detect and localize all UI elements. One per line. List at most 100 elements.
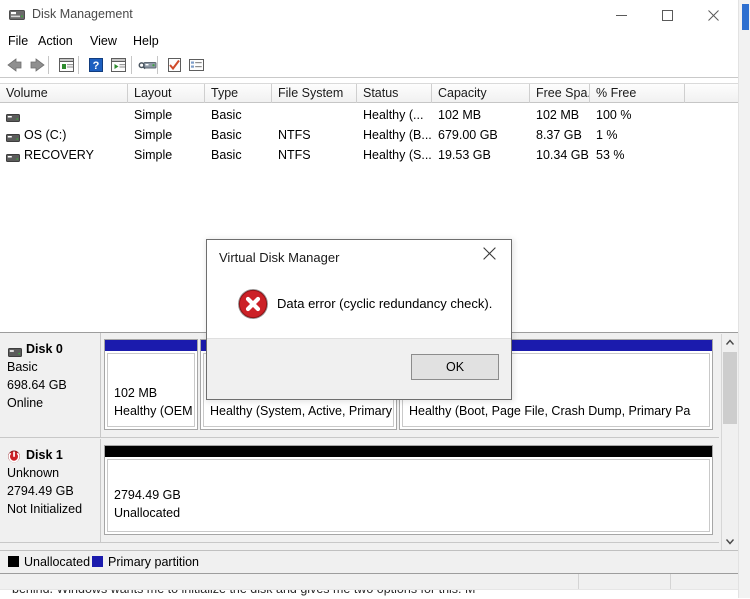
partition-color-bar: [105, 446, 712, 457]
disk-status: Online: [7, 396, 44, 410]
cell-file-system: NTFS: [278, 148, 311, 162]
disk-info-1[interactable]: Disk 1 Unknown 2794.49 GB Not Initialize…: [0, 439, 101, 542]
partition-status: Healthy (OEM: [114, 404, 193, 418]
back-icon[interactable]: [4, 55, 26, 75]
menu-action[interactable]: Action: [34, 33, 77, 50]
volume-list-header: Volume Layout Type File System Status Ca…: [0, 83, 738, 103]
disk-info-0[interactable]: Disk 0 Basic 698.64 GB Online: [0, 333, 101, 437]
title-bar: Disk Management: [0, 0, 738, 30]
cell-status: Healthy (B...: [363, 128, 432, 142]
column-header-type[interactable]: Type: [205, 84, 272, 103]
rescan-disks-icon[interactable]: [137, 55, 159, 75]
virtual-disk-manager-dialog: Virtual Disk Manager Data error (cyclic …: [206, 239, 512, 400]
disk-pane-scrollbar[interactable]: [721, 334, 738, 550]
cell-status: Healthy (S...: [363, 148, 432, 162]
disk-row-1[interactable]: Disk 1 Unknown 2794.49 GB Not Initialize…: [0, 439, 719, 543]
dialog-title: Virtual Disk Manager: [219, 250, 340, 265]
legend-unallocated: Unallocated: [8, 554, 90, 570]
background-window-strip: [738, 0, 750, 598]
cell-file-system: [272, 105, 357, 125]
volume-name: OS (C:): [24, 128, 67, 142]
cell-layout: Simple: [134, 148, 173, 162]
dialog-close-icon[interactable]: [468, 241, 510, 269]
background-window-line: behind. Windows wants me to initialize t…: [12, 589, 476, 596]
disk-management-icon: [9, 8, 25, 22]
cell-capacity: 19.53 GB: [438, 148, 491, 162]
column-header-free-space[interactable]: Free Spa...: [530, 84, 590, 103]
disk-size: 2794.49 GB: [7, 484, 74, 498]
partition-body: 2794.49 GB Unallocated: [107, 459, 710, 532]
scroll-down-icon[interactable]: [722, 533, 738, 550]
disk-name: Disk 0: [26, 342, 63, 356]
dialog-body: Data error (cyclic redundancy check).: [207, 272, 511, 341]
cell-status: Healthy (...: [363, 108, 424, 122]
column-header-file-system[interactable]: File System: [272, 84, 357, 103]
disk-name: Disk 1: [26, 448, 63, 462]
disk-type: Basic: [7, 360, 38, 374]
table-row[interactable]: Simple Basic Healthy (... 102 MB 102 MB …: [0, 105, 738, 125]
cell-layout: Simple: [134, 128, 173, 142]
check-disk-icon[interactable]: [163, 55, 185, 75]
menu-bar: File Action View Help: [0, 30, 738, 52]
menu-file[interactable]: File: [4, 33, 32, 50]
disk-type: Unknown: [7, 466, 60, 480]
toolbar-separator: [131, 56, 132, 74]
volume-name: RECOVERY: [24, 148, 94, 162]
cell-free-space: 8.37 GB: [536, 128, 582, 142]
cell-type: Basic: [211, 148, 242, 162]
column-header-capacity[interactable]: Capacity: [432, 84, 530, 103]
disk-status: Not Initialized: [7, 502, 83, 516]
partition-status: Healthy (System, Active, Primary Pa: [210, 404, 394, 418]
legend-primary-partition: Primary partition: [92, 554, 199, 570]
forward-icon[interactable]: [26, 55, 48, 75]
legend: Unallocated Primary partition: [0, 550, 738, 574]
volume-drive-icon: [6, 151, 20, 162]
scroll-thumb[interactable]: [723, 352, 737, 424]
detail-view-icon[interactable]: [185, 55, 207, 75]
disk-management-window: Disk Management File Action View Help ? …: [0, 0, 738, 599]
help-icon[interactable]: ?: [85, 55, 107, 75]
partition-oem[interactable]: 102 MB Healthy (OEM: [104, 339, 198, 430]
legend-swatch-unallocated: [8, 556, 19, 567]
volume-drive-icon: [6, 111, 20, 122]
column-header-status[interactable]: Status: [357, 84, 432, 103]
cell-file-system: NTFS: [278, 128, 311, 142]
table-row[interactable]: RECOVERY Simple Basic NTFS Healthy (S...…: [0, 145, 738, 165]
partition-status: Unallocated: [114, 506, 181, 520]
show-hide-tree-icon[interactable]: [55, 55, 77, 75]
partition-unallocated[interactable]: 2794.49 GB Unallocated: [104, 445, 713, 535]
disk-size: 698.64 GB: [7, 378, 67, 392]
dialog-message: Data error (cyclic redundancy check).: [277, 296, 493, 311]
scroll-up-icon[interactable]: [722, 334, 738, 351]
cell-percent-free: 53 %: [596, 148, 625, 162]
close-button[interactable]: [690, 0, 736, 30]
minimize-button[interactable]: [598, 0, 644, 30]
table-row[interactable]: OS (C:) Simple Basic NTFS Healthy (B... …: [0, 125, 738, 145]
legend-label: Primary partition: [108, 555, 199, 569]
cell-type: Basic: [211, 108, 242, 122]
column-header-volume[interactable]: Volume: [0, 84, 128, 103]
legend-label: Unallocated: [24, 555, 91, 569]
legend-swatch-primary: [92, 556, 103, 567]
toolbar-separator: [78, 56, 79, 74]
ok-button[interactable]: OK: [411, 354, 499, 380]
column-header-percent-free[interactable]: % Free: [590, 84, 685, 103]
partition-size: 2794.49 GB: [114, 488, 181, 502]
dialog-footer: OK: [207, 338, 511, 399]
maximize-button[interactable]: [644, 0, 690, 30]
menu-view[interactable]: View: [86, 33, 121, 50]
disk-icon: [8, 346, 22, 357]
partition-color-bar: [105, 340, 197, 351]
disk-warning-icon: [7, 449, 21, 463]
column-header-layout[interactable]: Layout: [128, 84, 205, 103]
menu-help[interactable]: Help: [129, 33, 163, 50]
error-icon: [237, 288, 269, 320]
partition-size: 102 MB: [114, 386, 158, 400]
cell-capacity: 679.00 GB: [438, 128, 498, 142]
window-title: Disk Management: [32, 7, 133, 21]
partition-status: Healthy (Boot, Page File, Crash Dump, Pr…: [409, 404, 691, 418]
cell-capacity: 102 MB: [438, 108, 482, 122]
disk-1-partitions: 2794.49 GB Unallocated: [101, 439, 719, 542]
volume-drive-icon: [6, 131, 20, 142]
properties-icon[interactable]: [107, 55, 129, 75]
